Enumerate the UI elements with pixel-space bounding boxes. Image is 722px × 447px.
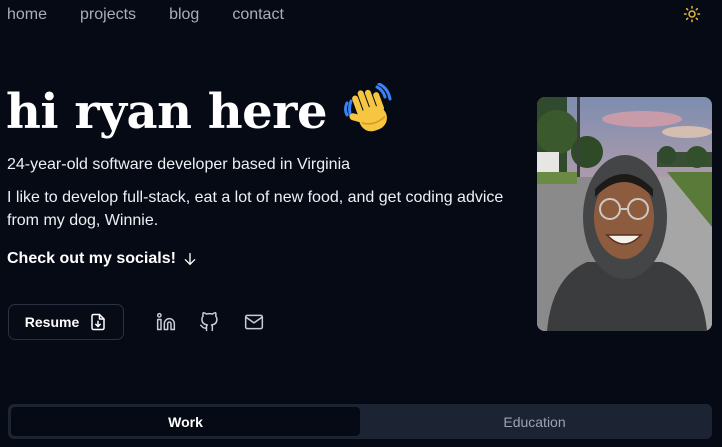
linkedin-icon: [156, 312, 176, 331]
top-nav: home projects blog contact: [7, 5, 317, 25]
tab-work[interactable]: Work: [11, 407, 360, 436]
page: home projects blog contact hi ryan here: [0, 0, 722, 447]
hero-subtitle: 24-year-old software developer based in …: [7, 156, 351, 173]
nav-contact[interactable]: contact: [232, 5, 284, 25]
sun-icon: [683, 5, 701, 23]
mail-icon: [244, 314, 264, 330]
socials-cta-label: Check out my socials!: [7, 250, 176, 267]
nav-blog[interactable]: blog: [169, 5, 199, 25]
waving-hand-icon: [341, 82, 393, 148]
theme-toggle-button[interactable]: [683, 5, 701, 23]
hero-heading: hi ryan here: [6, 82, 393, 148]
nav-home[interactable]: home: [7, 5, 47, 25]
file-download-icon: [91, 313, 105, 331]
tab-education[interactable]: Education: [360, 407, 709, 436]
socials-cta[interactable]: Check out my socials!: [7, 250, 198, 268]
hero-title-text: hi ryan here: [6, 84, 328, 140]
resume-button-label: Resume: [24, 314, 80, 330]
linkedin-link[interactable]: [156, 312, 176, 332]
profile-photo: [537, 97, 712, 331]
nav-projects[interactable]: projects: [80, 5, 136, 25]
resume-button[interactable]: Resume: [8, 304, 124, 340]
email-link[interactable]: [244, 312, 264, 332]
github-icon: [199, 312, 218, 332]
github-link[interactable]: [199, 312, 219, 332]
arrow-down-icon: [184, 253, 196, 265]
hero-bio: I like to develop full-stack, eat a lot …: [7, 189, 504, 229]
section-tabs: Work Education: [8, 404, 712, 439]
